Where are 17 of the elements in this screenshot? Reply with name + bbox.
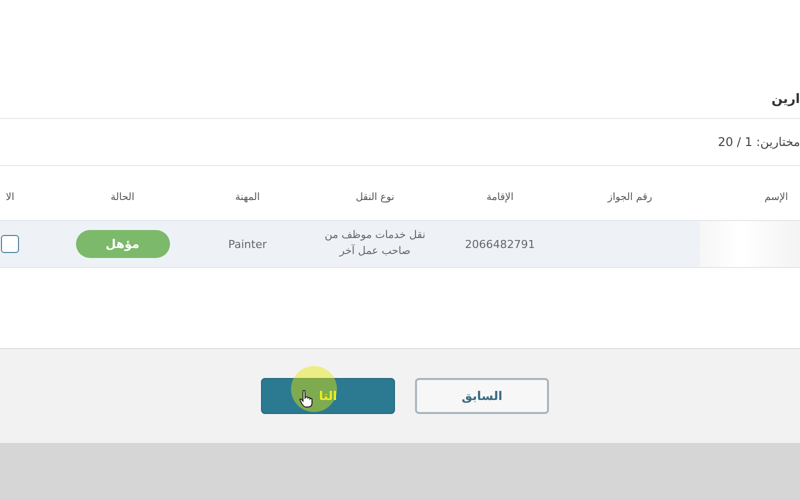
- table-cell: Painter: [228, 238, 267, 250]
- hand-cursor-icon: [299, 390, 313, 408]
- selection-count: مختارين: 1 / 20: [718, 135, 800, 149]
- previous-button[interactable]: السابق: [415, 378, 549, 414]
- section-title: ارين: [771, 92, 800, 106]
- column-header: الا: [6, 192, 14, 202]
- column-header: الحالة: [110, 192, 134, 202]
- table-cell: 2066482791: [465, 238, 535, 250]
- column-header: رقم الجواز: [608, 192, 652, 202]
- cursor-highlight: [291, 366, 337, 412]
- column-header: الإقامة: [486, 192, 514, 202]
- table-cell-text: نقل خدمات موظف من صاحب عمل آخر: [324, 228, 426, 259]
- column-header: المهنة: [235, 192, 260, 202]
- action-button[interactable]: [1, 235, 19, 253]
- status-badge: مؤهل: [76, 230, 170, 258]
- column-header: الإسم: [764, 192, 788, 202]
- column-header: نوع النقل: [356, 192, 394, 202]
